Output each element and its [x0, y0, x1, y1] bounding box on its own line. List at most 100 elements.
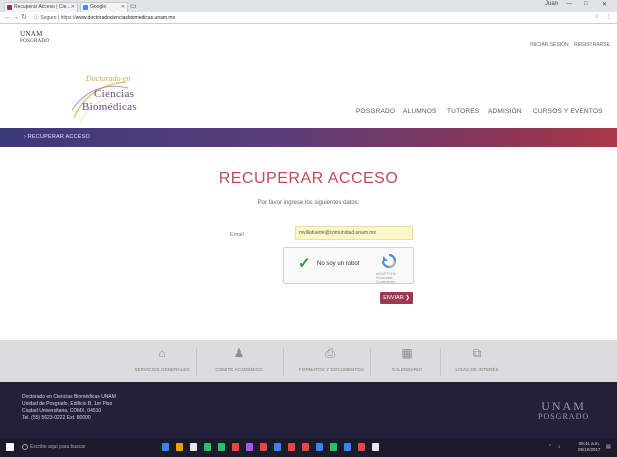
google-favicon-icon [83, 5, 88, 10]
close-window-icon[interactable]: ✕ [602, 1, 607, 8]
footer-contact: Doctorado en Ciencias Biomédicas UNAM Un… [22, 394, 116, 422]
taskbar-app-icon[interactable] [344, 443, 351, 451]
captcha-terms-text[interactable]: Privacidad - Condiciones [376, 276, 413, 284]
minimize-icon[interactable]: — [566, 1, 572, 7]
browser-addressbar: ← → ↻ ⓘ Seguro | https://www.doctoradoci… [0, 12, 617, 24]
taskbar-app-icon[interactable] [246, 443, 253, 451]
footer-logo-unam: UNAM [541, 399, 586, 413]
unam-mini-line: UNAM [20, 30, 43, 38]
recaptcha-widget[interactable]: ✓ No soy un robot reCAPTCHA Privacidad -… [283, 247, 414, 284]
captcha-brand: reCAPTCHA Privacidad - Condiciones [376, 272, 413, 284]
notifications-icon[interactable]: ▤ [606, 444, 611, 450]
breadcrumb-bar: › RECUPERAR ACCESO [0, 128, 617, 147]
nav-alumnos[interactable]: ALUMNOS [403, 108, 437, 115]
url-field[interactable]: ⓘ Seguro | https://www.doctoradociencias… [34, 14, 574, 22]
taskbar-app-icon[interactable] [288, 443, 295, 451]
taskbar-app-icon[interactable] [330, 443, 337, 451]
reload-icon[interactable]: ↻ [21, 13, 27, 22]
nav-cursos-eventos[interactable]: CURSOS Y EVENTOS [533, 108, 603, 115]
login-link[interactable]: INICIAR SESIÓN [530, 42, 569, 48]
nav-tutores[interactable]: TUTORES [447, 108, 479, 115]
email-field[interactable] [295, 226, 413, 240]
back-icon[interactable]: ← [4, 13, 11, 22]
calendar-icon: ▦ [401, 346, 413, 360]
taskbar-app-icon[interactable] [218, 443, 225, 451]
quicklink-formatos-documentos[interactable]: ⎙ FORMATOS Y DOCUMENTOS [299, 340, 364, 382]
quicklink-label: CALENDARIO [391, 367, 423, 372]
quicklinks-bar: ⌂ SERVICIOS GENERALES ♟ COMITÉ ACADÉMICO… [0, 340, 617, 382]
footer-line: Doctorado en Ciencias Biomédicas UNAM [22, 394, 116, 400]
nav-posgrado[interactable]: POSGRADO [356, 108, 395, 115]
footer-line: Unidad de Posgrado, Edificio B, 1er Piso [22, 401, 113, 407]
logo-biomedicas-text: Biomédicas [82, 101, 137, 113]
quicklink-ligas-interes[interactable]: ⧉ LIGAS DE INTERÉS [446, 340, 508, 382]
unam-posgrado-footer-logo[interactable]: UNAM POSGRADO [538, 400, 589, 421]
windows-start-icon[interactable] [6, 443, 14, 451]
people-icon: ♟ [233, 346, 245, 360]
taskbar-app-icon[interactable] [204, 443, 211, 451]
building-icon: ⌂ [158, 346, 166, 360]
page-subtitle: Por favor ingrese los siguientes datos: [257, 200, 360, 206]
footer-logo-posgrado: POSGRADO [538, 412, 590, 421]
recaptcha-logo-icon [381, 253, 397, 269]
taskbar-app-icon[interactable] [260, 443, 267, 451]
quicklink-label: SERVICIOS GENERALES [134, 367, 190, 372]
taskbar-app-icon[interactable] [190, 443, 197, 451]
breadcrumb[interactable]: › RECUPERAR ACCESO [24, 134, 90, 140]
taskbar-app-icon[interactable] [162, 443, 169, 451]
taskbar-clock[interactable]: 09:41 a.m. 05/10/2017 [578, 441, 601, 453]
taskbar-app-icon[interactable] [372, 443, 379, 451]
tray-network-icon[interactable]: ⌃ [548, 444, 552, 450]
taskbar-app-icon[interactable] [176, 443, 183, 451]
taskbar-app-icon[interactable] [274, 443, 281, 451]
page-title: RECUPERAR ACCESO [218, 170, 399, 187]
close-tab-icon[interactable]: ✕ [71, 3, 75, 12]
quicklink-divider [196, 348, 197, 376]
link-icon: ⧉ [472, 346, 482, 360]
windows-taskbar: Escribe aquí para buscar ⌃ ♪ 09:41 a.m. … [0, 438, 617, 457]
tab-label: Recuperar Acceso | Cie... [14, 4, 71, 10]
logo-swoosh-icon [71, 81, 130, 122]
nav-admision[interactable]: ADMISIÓN [488, 108, 522, 115]
quicklink-label: FORMATOS Y DOCUMENTOS [299, 367, 364, 372]
close-tab-icon[interactable]: ✕ [121, 3, 125, 12]
checkmark-icon[interactable]: ✓ [298, 256, 311, 271]
taskbar-app-icon[interactable] [232, 443, 239, 451]
clock-date: 05/10/2017 [578, 447, 601, 452]
tray-volume-icon[interactable]: ♪ [558, 444, 561, 450]
captcha-label: No soy un robot [317, 261, 360, 267]
browser-menu-icon[interactable]: ⋮ [606, 13, 612, 20]
new-tab-icon[interactable]: ▭ [130, 3, 137, 11]
taskbar-app-icon[interactable] [316, 443, 323, 451]
quicklink-label: COMITÉ ACADÉMICO [215, 367, 263, 372]
footer-line: Tel. (55) 5623-0222 Ext. 80000 [22, 415, 91, 421]
unam-posgrado-mini-logo[interactable]: UNAM POSGRADO [20, 31, 49, 45]
tab-google[interactable]: Google ✕ [80, 2, 128, 12]
taskbar-app-icon[interactable] [302, 443, 309, 451]
url-scheme: ⓘ Seguro | https:// [34, 15, 76, 21]
bookmark-star-icon[interactable]: ☆ [594, 13, 599, 20]
quicklink-divider [370, 348, 371, 376]
send-button[interactable]: ENVIAR ❯ [380, 292, 413, 304]
user-profile[interactable]: Juan [545, 1, 558, 7]
url-host: www.doctoradocienciasbiomedicas.unam.mx [75, 15, 176, 21]
quicklink-divider [283, 348, 284, 376]
ciencias-biomedicas-logo[interactable]: Doctorado en Ciencias Biomédicas [70, 74, 200, 122]
taskbar-app-icon[interactable] [358, 443, 365, 451]
quicklink-label: LIGAS DE INTERÉS [455, 367, 499, 372]
browser-tabbar: Recuperar Acceso | Cie... ✕ Google ✕ ▭ J… [0, 0, 617, 12]
logo-ciencias-text: Ciencias [94, 88, 135, 100]
quicklink-comite-academico[interactable]: ♟ COMITÉ ACADÉMICO [208, 340, 270, 382]
quicklink-divider [440, 348, 441, 376]
document-icon: ⎙ [325, 346, 335, 360]
quicklink-calendario[interactable]: ▦ CALENDARIO [376, 340, 438, 382]
quicklink-servicios-generales[interactable]: ⌂ SERVICIOS GENERALES [131, 340, 193, 382]
forward-icon[interactable]: → [12, 13, 19, 22]
tab-label: Google [90, 4, 107, 10]
footer-line: Ciudad Universitaria, CDMX, 04510 [22, 408, 102, 414]
site-footer: Doctorado en Ciencias Biomédicas UNAM Un… [0, 382, 617, 438]
register-link[interactable]: REGISTRARSE [574, 42, 610, 48]
tab-recuperar-acceso[interactable]: Recuperar Acceso | Cie... ✕ [4, 2, 78, 12]
taskbar-search-input[interactable]: Escribe aquí para buscar [22, 443, 106, 452]
maximize-icon[interactable]: □ [584, 1, 588, 7]
